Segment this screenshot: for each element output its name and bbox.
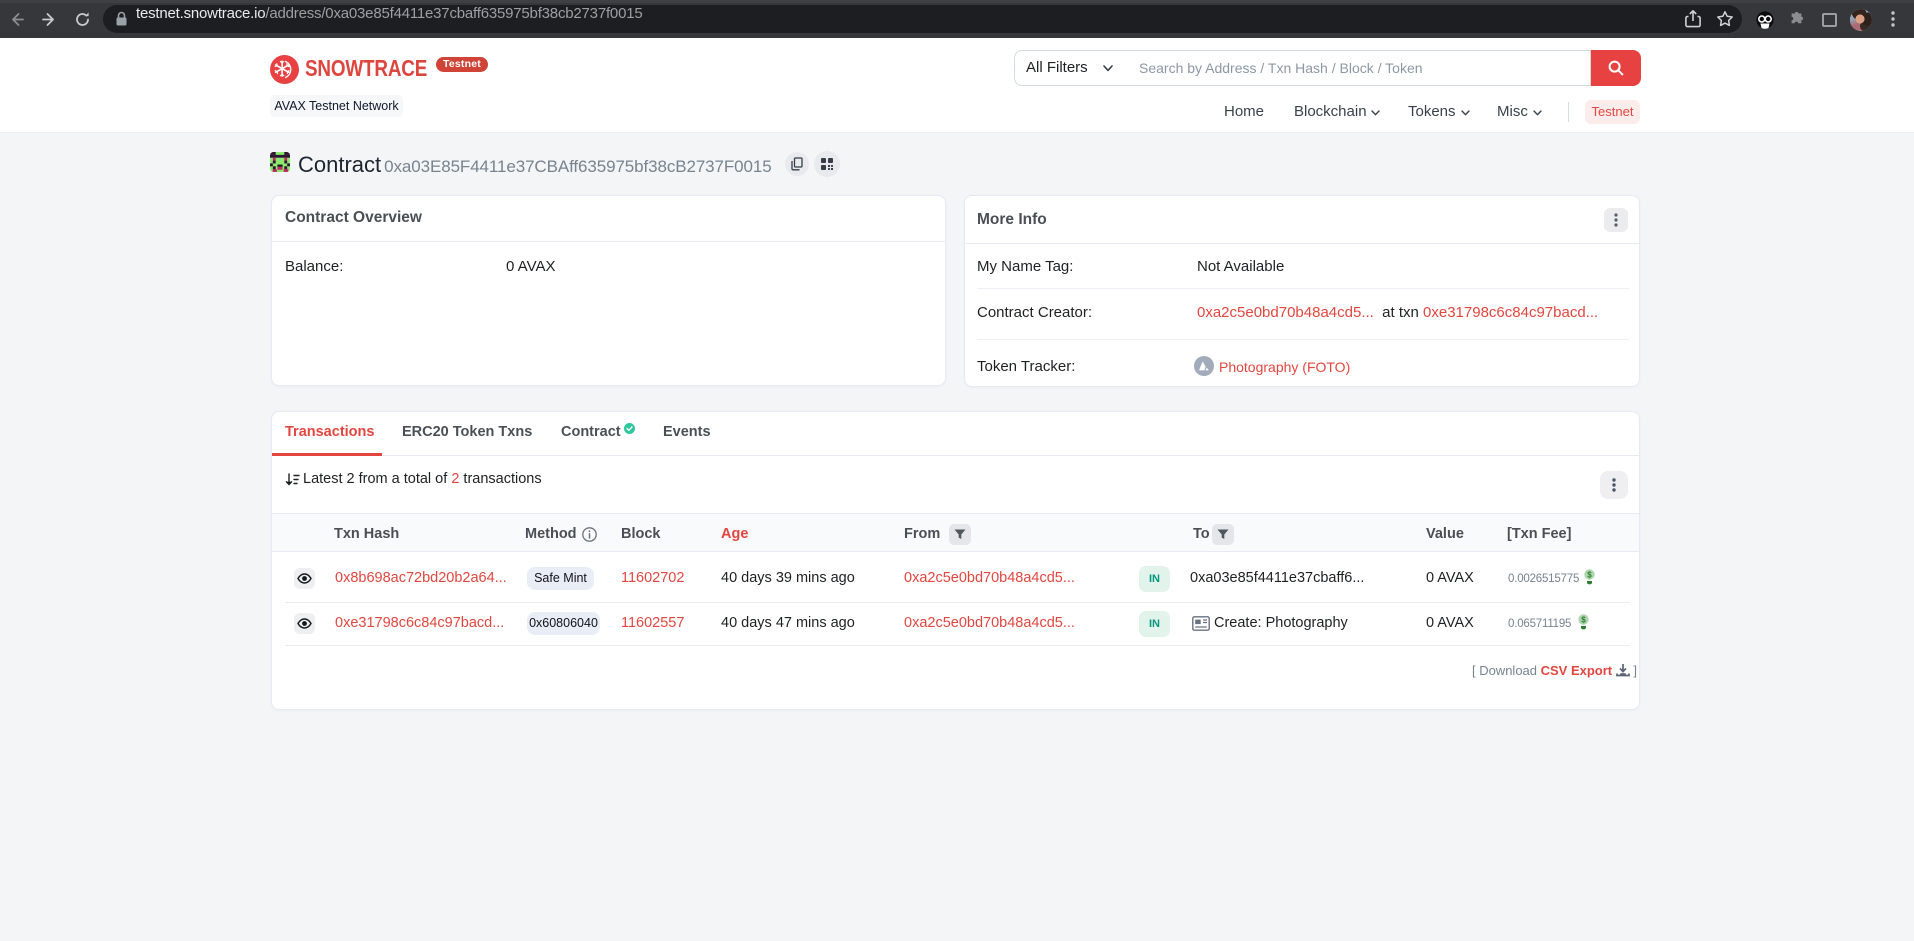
svg-text:$: $ (1581, 615, 1586, 624)
svg-text:$: $ (1587, 570, 1592, 579)
